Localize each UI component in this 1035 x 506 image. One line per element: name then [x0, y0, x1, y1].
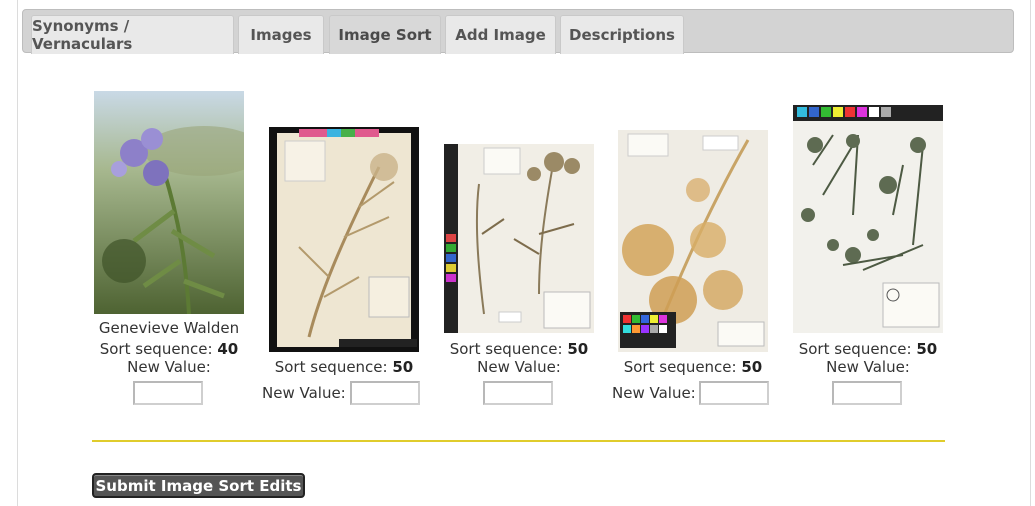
new-value-label-1: New Value:: [127, 358, 211, 376]
new-value-input-4[interactable]: [699, 381, 769, 405]
page-border-right: [1030, 0, 1031, 506]
tab-bar: Synonyms / Vernaculars Images Image Sort…: [22, 9, 1014, 54]
tab-synonyms-vernaculars[interactable]: Synonyms / Vernaculars: [31, 15, 234, 54]
plant-photo-image: [94, 91, 244, 314]
new-value-label-3: New Value:: [477, 358, 561, 376]
image-thumbnail-5[interactable]: [793, 105, 943, 333]
sort-sequence-1: Sort sequence: 40: [99, 340, 239, 358]
sort-value-1: 40: [217, 340, 239, 358]
new-value-input-5[interactable]: [832, 381, 902, 405]
new-value-label-4: New Value:: [612, 384, 696, 402]
photographer-name-1: Genevieve Walden: [98, 319, 240, 337]
image-thumbnail-3[interactable]: [444, 144, 594, 333]
herbarium-sheet-image: [269, 127, 419, 352]
tab-image-sort[interactable]: Image Sort: [329, 15, 441, 54]
image-thumbnail-4[interactable]: [618, 130, 768, 352]
herbarium-sheet-image: [444, 144, 594, 333]
new-value-label-2: New Value:: [262, 384, 346, 402]
tab-images[interactable]: Images: [238, 15, 324, 54]
sort-value-5: 50: [916, 340, 938, 358]
sort-value-2: 50: [392, 358, 414, 376]
sort-value-3: 50: [567, 340, 589, 358]
image-thumbnail-2[interactable]: [269, 127, 419, 352]
image-thumbnail-1[interactable]: [94, 91, 244, 314]
sort-sequence-2: Sort sequence: 50: [274, 358, 414, 376]
herbarium-sheet-image: [618, 130, 768, 352]
sort-sequence-5: Sort sequence: 50: [798, 340, 938, 358]
tab-add-image[interactable]: Add Image: [445, 15, 556, 54]
new-value-input-3[interactable]: [483, 381, 553, 405]
page-border-left: [17, 0, 18, 506]
new-value-input-2[interactable]: [350, 381, 420, 405]
submit-image-sort-button[interactable]: Submit Image Sort Edits: [92, 473, 305, 498]
sort-sequence-3: Sort sequence: 50: [449, 340, 589, 358]
tab-descriptions[interactable]: Descriptions: [560, 15, 684, 54]
new-value-label-5: New Value:: [826, 358, 910, 376]
sort-sequence-4: Sort sequence: 50: [623, 358, 763, 376]
new-value-input-1[interactable]: [133, 381, 203, 405]
section-divider: [92, 440, 945, 442]
herbarium-sheet-image: [793, 105, 943, 333]
sort-value-4: 50: [741, 358, 763, 376]
